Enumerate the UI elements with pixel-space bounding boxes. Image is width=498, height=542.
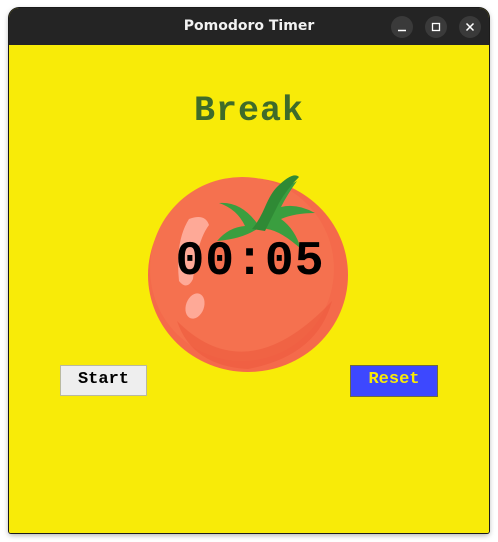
minimize-button[interactable]	[391, 16, 413, 38]
minimize-icon	[398, 29, 406, 32]
maximize-button[interactable]	[425, 16, 447, 38]
close-icon	[465, 22, 475, 32]
app-content: Break 00:05 Start Reset	[9, 45, 489, 533]
mode-label: Break	[193, 91, 305, 131]
start-button[interactable]: Start	[60, 365, 147, 396]
timer-display: 00:05	[175, 235, 325, 289]
app-window: Pomodoro Timer Break 00:05 Start Reset	[9, 8, 489, 533]
close-button[interactable]	[459, 16, 481, 38]
window-title: Pomodoro Timer	[183, 18, 315, 34]
reset-button[interactable]: Reset	[350, 365, 438, 397]
title-bar[interactable]: Pomodoro Timer	[9, 8, 489, 45]
maximize-icon	[431, 22, 441, 32]
